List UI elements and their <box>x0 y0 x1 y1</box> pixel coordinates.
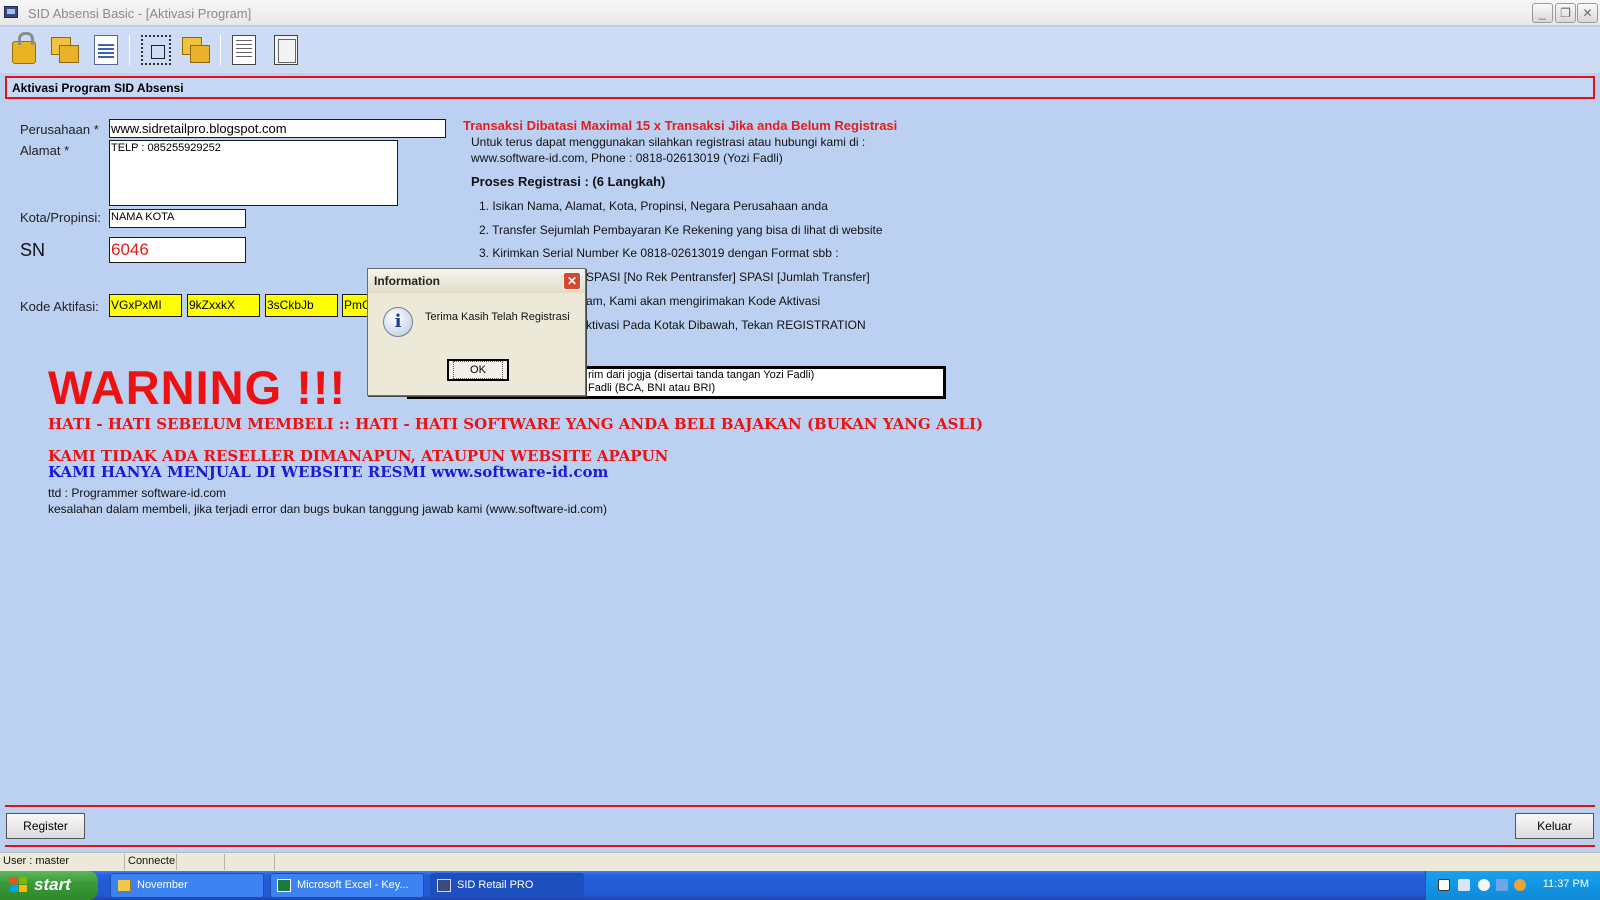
app-icon <box>437 879 451 892</box>
window-title: SID Absensi Basic - [Aktivasi Program] <box>28 6 252 21</box>
toolbar-separator <box>129 35 130 65</box>
registration-limit-heading: Transaksi Dibatasi Maximal 15 x Transaks… <box>463 118 898 133</box>
shield-icon[interactable] <box>1514 879 1526 891</box>
sn-label: SN <box>20 240 46 260</box>
toolbar <box>0 27 1600 73</box>
step-2: 2. Transfer Sejumlah Pembayaran Ke Reken… <box>479 223 883 237</box>
status-cell-empty <box>225 854 275 870</box>
clock: 11:37 PM <box>1542 878 1589 890</box>
windows-logo-icon <box>10 877 28 894</box>
taskbar: start November Microsoft Excel - Key... … <box>0 871 1600 900</box>
system-tray: 11:37 PM <box>1425 871 1600 900</box>
register-button[interactable]: Register <box>6 813 85 839</box>
warning-line-1: HATI - HATI SEBELUM MEMBELI :: HATI - HA… <box>48 415 984 433</box>
task-label: Microsoft Excel - Key... <box>297 879 409 891</box>
step-5-fragment: am, Kami akan mengirimakan Kode Aktivasi <box>586 294 821 308</box>
activation-code-field-1[interactable]: VGxPxMI <box>109 294 182 317</box>
stacked-folders-icon[interactable] <box>50 35 80 65</box>
dialog-close-icon[interactable]: ✕ <box>563 272 581 290</box>
network-icon[interactable] <box>1496 879 1508 891</box>
ok-button-label: OK <box>453 361 503 379</box>
signature-text: ttd : Programmer software-id.com <box>48 486 227 500</box>
document-icon[interactable] <box>94 35 118 65</box>
info-line-1: Untuk terus dapat menggunakan silahkan r… <box>471 135 866 149</box>
dialog-title-bar: Information ✕ <box>368 269 585 293</box>
information-icon: i <box>383 307 413 337</box>
task-sid-retail-pro[interactable]: SID Retail PRO <box>430 873 584 898</box>
dialog-title: Information <box>374 274 440 288</box>
app-icon <box>4 6 18 18</box>
alamat-label: Alamat * <box>20 143 70 158</box>
help-icon[interactable] <box>1438 879 1450 891</box>
serial-number-field[interactable]: 6046 <box>109 237 246 263</box>
status-connection: Connecte <box>125 854 177 870</box>
status-user: User : master <box>0 854 125 870</box>
process-heading: Proses Registrasi : (6 Langkah) <box>471 174 666 189</box>
speaker-icon[interactable] <box>1458 879 1470 891</box>
step-6-fragment: ktivasi Pada Kotak Dibawah, Tekan REGIST… <box>586 318 866 332</box>
kota-field[interactable]: NAMA KOTA <box>109 209 246 228</box>
title-bar: SID Absensi Basic - [Aktivasi Program] _… <box>0 0 1600 26</box>
status-cell-empty <box>177 854 225 870</box>
status-bar: User : master Connecte <box>0 852 1600 871</box>
grid-select-icon[interactable] <box>141 35 171 65</box>
task-excel[interactable]: Microsoft Excel - Key... <box>270 873 424 898</box>
task-november[interactable]: November <box>110 873 264 898</box>
perusahaan-field[interactable]: www.sidretailpro.blogspot.com <box>109 119 446 138</box>
minimize-button[interactable]: _ <box>1532 3 1553 23</box>
task-label: November <box>137 879 188 891</box>
divider-line <box>5 805 1595 807</box>
excel-icon <box>277 879 291 892</box>
disclaimer-text: kesalahan dalam membeli, jika terjadi er… <box>48 502 607 516</box>
lock-icon[interactable] <box>12 32 36 64</box>
warning-line-3: KAMI HANYA MENJUAL DI WEBSITE RESMI www.… <box>48 463 609 481</box>
section-header: Aktivasi Program SID Absensi <box>5 76 1595 99</box>
information-dialog: Information ✕ i Terima Kasih Telah Regis… <box>367 268 586 396</box>
activation-code-field-2[interactable]: 9kZxxkX <box>187 294 260 317</box>
step-1: 1. Isikan Nama, Alamat, Kota, Propinsi, … <box>479 199 828 213</box>
notice-box-line-2: Fadli (BCA, BNI atau BRI) <box>588 382 716 394</box>
close-button[interactable]: ✕ <box>1577 3 1598 23</box>
step-3: 3. Kirimkan Serial Number Ke 0818-026130… <box>479 246 839 260</box>
page-icon[interactable] <box>232 35 256 65</box>
step-4-fragment: SPASI [No Rek Pentransfer] SPASI [Jumlah… <box>586 270 870 284</box>
divider-line <box>5 845 1595 847</box>
kode-aktifasi-label: Kode Aktifasi: <box>20 299 99 314</box>
alamat-field[interactable]: TELP : 085255929252 <box>109 140 398 206</box>
start-label: start <box>34 875 71 894</box>
kota-label: Kota/Propinsi: <box>20 210 101 225</box>
dialog-message: Terima Kasih Telah Registrasi <box>425 311 570 323</box>
task-label: SID Retail PRO <box>457 879 534 891</box>
folder-icon <box>117 879 131 892</box>
notice-box-line-1: rim dari jogja (disertai tanda tangan Yo… <box>588 369 815 381</box>
perusahaan-label: Perusahaan * <box>20 122 99 137</box>
frame-icon[interactable] <box>274 35 298 65</box>
ok-button[interactable]: OK <box>447 359 509 381</box>
warning-title: WARNING !!! <box>48 361 347 414</box>
start-button[interactable]: start <box>0 871 98 900</box>
activation-code-field-3[interactable]: 3sCkbJb <box>265 294 338 317</box>
toolbar-separator <box>220 35 221 65</box>
arrow-icon[interactable] <box>1478 879 1490 891</box>
keluar-button[interactable]: Keluar <box>1515 813 1594 839</box>
stacked-folders-icon[interactable] <box>181 35 211 65</box>
info-line-2: www.software-id.com, Phone : 0818-026130… <box>471 151 783 165</box>
restore-button[interactable]: ❐ <box>1555 3 1576 23</box>
